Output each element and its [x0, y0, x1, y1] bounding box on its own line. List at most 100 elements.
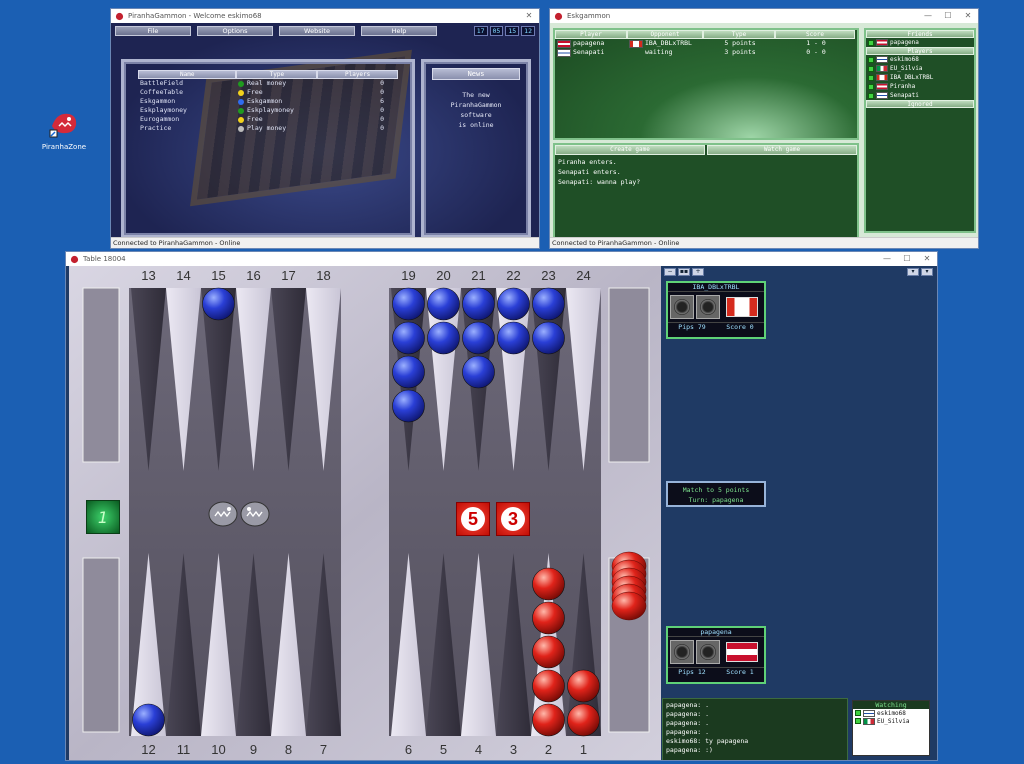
- room-row[interactable]: Eskgammon Eskgammon 6: [138, 97, 398, 106]
- die-2[interactable]: 3: [496, 502, 530, 536]
- dice-cup-icon[interactable]: [670, 640, 694, 664]
- close-icon[interactable]: ✕: [917, 252, 937, 266]
- red-checker[interactable]: [567, 669, 600, 703]
- piranha-icon: [70, 255, 79, 263]
- point-number: 1: [580, 742, 587, 757]
- dice-cup-icon[interactable]: [696, 295, 720, 319]
- austria-flag-icon: [726, 642, 758, 662]
- blue-checker[interactable]: [132, 703, 165, 737]
- maximize-icon[interactable]: ☐: [897, 252, 917, 266]
- col-players[interactable]: Players: [317, 70, 399, 79]
- room-list-frame: Name Type Players BattleField Real money…: [121, 59, 415, 237]
- room-type: Free: [238, 88, 320, 97]
- player-item[interactable]: eskimo68: [866, 55, 974, 64]
- blue-checker[interactable]: [532, 287, 565, 321]
- player-item[interactable]: EU_Silvia: [866, 64, 974, 73]
- minimize-icon[interactable]: —: [877, 252, 897, 266]
- blue-checker[interactable]: [392, 389, 425, 423]
- red-checker[interactable]: [532, 567, 565, 601]
- room-players: 6: [380, 97, 384, 105]
- piranhazone-desktop-icon[interactable]: PiranhaZone: [40, 108, 88, 151]
- online-indicator: [868, 83, 874, 90]
- bear-off-top[interactable]: [608, 287, 650, 463]
- create-game-button[interactable]: Create game: [555, 145, 705, 155]
- room-type-dot-icon: [238, 107, 244, 114]
- blue-checker[interactable]: [392, 321, 425, 355]
- dropdown-button[interactable]: ▾: [907, 268, 919, 276]
- lobby-status: Connected to PiranhaGammon - Online: [111, 237, 539, 248]
- doubling-cube[interactable]: 1: [86, 500, 120, 534]
- watcher-item[interactable]: eskimo68: [853, 709, 929, 717]
- red-checker[interactable]: [532, 635, 565, 669]
- game-row[interactable]: Senapati waiting 3 points 0 - 0: [555, 48, 857, 57]
- room-row[interactable]: Eskplaymoney Eskplaymoney 0: [138, 106, 398, 115]
- dropdown-button[interactable]: ▾: [921, 268, 933, 276]
- menu-file[interactable]: File: [115, 26, 191, 36]
- red-checker[interactable]: [567, 703, 600, 737]
- menu-website[interactable]: Website: [279, 26, 355, 36]
- lobby-titlebar[interactable]: PiranhaGammon - Welcome eskimo68 ✕: [111, 9, 539, 23]
- blue-checker[interactable]: [497, 287, 530, 321]
- room-row[interactable]: CoffeeTable Free 0: [138, 88, 398, 97]
- minus-button[interactable]: −: [664, 268, 676, 276]
- canada-flag-icon: [629, 39, 643, 48]
- blue-checker[interactable]: [462, 287, 495, 321]
- watch-game-button[interactable]: Watch game: [707, 145, 857, 155]
- col-player[interactable]: Player: [555, 30, 627, 39]
- room-row[interactable]: Eurogammon Free 0: [138, 115, 398, 124]
- game-opponent: waiting: [645, 48, 673, 56]
- blue-checker[interactable]: [427, 287, 460, 321]
- table-chat-log[interactable]: papagena: . papagena: . papagena: . papagen…: [662, 698, 848, 760]
- blue-checker[interactable]: [497, 321, 530, 355]
- room-row[interactable]: Practice Play money 0: [138, 124, 398, 133]
- player-item[interactable]: Piranha: [866, 82, 974, 91]
- die-1[interactable]: 5: [456, 502, 490, 536]
- dice-cup-icon[interactable]: [696, 640, 720, 664]
- blue-checker[interactable]: [392, 355, 425, 389]
- col-type[interactable]: Type: [703, 30, 775, 39]
- point-number: 16: [246, 268, 260, 283]
- blue-checker[interactable]: [532, 321, 565, 355]
- col-opponent[interactable]: Opponent: [627, 30, 703, 39]
- austria-flag-icon: [557, 39, 571, 48]
- player-item[interactable]: IBA_DBLxTRBL: [866, 73, 974, 82]
- maximize-icon[interactable]: ☐: [938, 9, 958, 23]
- dice-cup-icon[interactable]: [670, 295, 694, 319]
- col-name[interactable]: Name: [138, 70, 237, 79]
- table-toolbar-right: ▾ ▾: [907, 268, 933, 276]
- room-type-dot-icon: [238, 89, 244, 96]
- red-checker[interactable]: [532, 703, 565, 737]
- red-checker[interactable]: [532, 669, 565, 703]
- player-item[interactable]: Senapati: [866, 91, 974, 100]
- esk-titlebar[interactable]: Eskgammon — ☐ ✕: [550, 9, 978, 23]
- game-score: 0 - 0: [806, 48, 826, 56]
- blue-checker[interactable]: [427, 321, 460, 355]
- table-titlebar[interactable]: Table 18004 — ☐ ✕: [66, 252, 937, 266]
- blue-checker[interactable]: [202, 287, 235, 321]
- slider-button[interactable]: ▪▪: [678, 268, 690, 276]
- red-checker[interactable]: [532, 601, 565, 635]
- player-name: Piranha: [890, 83, 916, 90]
- backgammon-board[interactable]: 131214111510169178187196205214223232241: [69, 266, 661, 760]
- player-name: Senapati: [890, 92, 919, 99]
- room-type-label: Eskplaymoney: [247, 106, 294, 114]
- menu-help[interactable]: Help: [361, 26, 437, 36]
- blue-checker[interactable]: [462, 321, 495, 355]
- blue-checker[interactable]: [392, 287, 425, 321]
- close-icon[interactable]: ✕: [519, 9, 539, 23]
- online-indicator: [868, 92, 874, 99]
- minimize-icon[interactable]: —: [918, 9, 938, 23]
- plus-button[interactable]: +: [692, 268, 704, 276]
- room-type: Free: [238, 115, 320, 124]
- room-row[interactable]: BattleField Real money 0: [138, 79, 398, 88]
- room-type: Eskgammon: [238, 97, 320, 106]
- game-row[interactable]: papagena IBA_DBLxTRBL 5 points 1 - 0: [555, 39, 857, 48]
- blue-checker[interactable]: [462, 355, 495, 389]
- col-score[interactable]: Score: [775, 30, 855, 39]
- watcher-item[interactable]: EU_Silvia: [853, 717, 929, 725]
- col-type[interactable]: Type: [236, 70, 318, 79]
- game-player: Senapati: [573, 48, 605, 56]
- friend-item[interactable]: papagena: [866, 38, 974, 47]
- close-icon[interactable]: ✕: [958, 9, 978, 23]
- menu-options[interactable]: Options: [197, 26, 273, 36]
